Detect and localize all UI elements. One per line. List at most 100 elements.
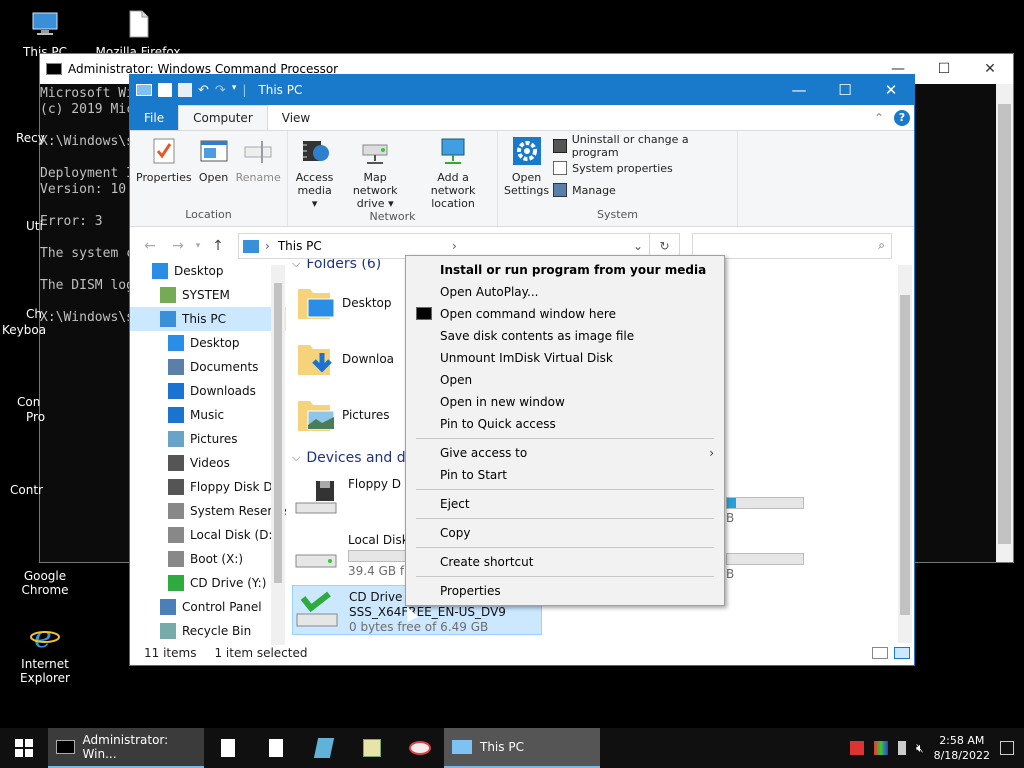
minimize-button[interactable]: — <box>776 81 822 99</box>
cmd-icon <box>56 740 75 754</box>
context-menu-item[interactable]: Eject <box>406 493 724 515</box>
context-menu-item[interactable]: Open AutoPlay... <box>406 281 724 303</box>
explorer-title-bar[interactable]: ↶ ↷ ▾ | This PC — ☐ ✕ <box>130 75 914 105</box>
nav-item[interactable]: Videos <box>130 451 286 475</box>
back-button[interactable]: ← <box>136 238 164 254</box>
up-button[interactable]: ↑ <box>204 238 232 254</box>
context-menu-item[interactable]: Open <box>406 369 724 391</box>
nav-item[interactable]: Desktop <box>130 259 286 283</box>
desktop-icon-firefox[interactable]: Mozilla Firefox <box>93 8 183 59</box>
start-button[interactable] <box>0 728 48 768</box>
map-drive-label-2: drive ▾ <box>356 197 394 210</box>
nav-item[interactable]: Pictures <box>130 427 286 451</box>
nav-item[interactable]: Control Panel <box>130 595 286 619</box>
network-icon[interactable] <box>850 741 865 755</box>
context-menu-item[interactable]: Install or run program from your media <box>406 259 724 281</box>
maximize-button[interactable]: ☐ <box>822 81 868 99</box>
open-button[interactable]: Open <box>196 135 232 208</box>
context-menu-item[interactable]: Create shortcut <box>406 551 724 573</box>
close-button[interactable]: ✕ <box>868 81 914 99</box>
breadcrumb-chevron-icon[interactable]: › <box>452 239 457 253</box>
nav-item-label: Boot (X:) <box>190 552 244 566</box>
display-icon[interactable] <box>874 741 889 755</box>
desktop-label-partial: Keyboa <box>2 323 47 337</box>
tab-file[interactable]: File <box>130 105 179 130</box>
chevron-down-icon[interactable]: ⌵ <box>292 259 300 271</box>
tab-view[interactable]: View <box>268 105 324 130</box>
computer-icon <box>452 740 472 754</box>
nav-item[interactable]: Documents <box>130 355 286 379</box>
taskbar-file-icon[interactable] <box>204 728 252 768</box>
customize-toolbar-icon[interactable]: ▾ <box>232 83 237 97</box>
context-menu-item[interactable]: Save disk contents as image file <box>406 325 724 347</box>
context-menu-item[interactable]: Give access to › <box>406 442 724 464</box>
nav-item[interactable]: Downloads <box>130 379 286 403</box>
access-media-button[interactable]: Access media ▾ <box>292 135 337 210</box>
nav-item[interactable]: Recycle Bin <box>130 619 286 643</box>
properties-button[interactable]: Properties <box>134 135 194 208</box>
forward-button[interactable]: → <box>164 238 192 254</box>
uninstall-program-button[interactable]: Uninstall or change a program <box>553 133 733 159</box>
desktop-icon-ie[interactable]: e Internet Explorer <box>0 620 90 685</box>
nav-scrollbar[interactable] <box>271 265 285 645</box>
clock[interactable]: 2:58 AM 8/18/2022 <box>934 733 990 763</box>
maximize-button[interactable]: ☐ <box>921 61 967 77</box>
details-view-icon[interactable] <box>872 647 888 659</box>
close-button[interactable]: ✕ <box>967 61 1013 77</box>
navigation-pane[interactable]: Desktop SYSTEM This PC Desktop Documents Down… <box>130 259 286 643</box>
nav-item-label: This PC <box>182 312 226 326</box>
large-icons-view-icon[interactable] <box>894 647 910 659</box>
nav-item[interactable]: This PC <box>130 307 286 331</box>
manage-button[interactable]: Manage <box>553 181 733 199</box>
recent-locations-button[interactable]: ▾ <box>192 241 204 251</box>
chevron-down-icon[interactable]: ⌄ <box>627 239 649 253</box>
nav-item[interactable]: Local Disk (D:) <box>130 523 286 547</box>
context-menu-item[interactable]: Unmount ImDisk Virtual Disk <box>406 347 724 369</box>
context-menu-item[interactable]: Pin to Start <box>406 464 724 486</box>
collapse-ribbon-icon[interactable]: ⌃ <box>874 111 884 125</box>
taskbar-file-icon[interactable] <box>252 728 300 768</box>
context-menu-item[interactable]: Properties <box>406 580 724 602</box>
context-menu-item[interactable]: Open in new window <box>406 391 724 413</box>
redo-icon[interactable]: ↷ <box>215 83 226 98</box>
new-folder-icon[interactable] <box>178 83 192 97</box>
system-properties-button[interactable]: System properties <box>553 159 733 177</box>
undo-icon[interactable]: ↶ <box>198 83 209 98</box>
cmd-scrollbar[interactable] <box>996 84 1013 562</box>
desktop-icon-this-pc[interactable]: This PC <box>0 8 90 59</box>
nav-item[interactable]: CD Drive (Y:) SS <box>130 571 286 595</box>
nav-item[interactable]: Boot (X:) <box>130 547 286 571</box>
scroll-thumb[interactable] <box>274 283 282 583</box>
help-icon[interactable]: ? <box>894 109 910 126</box>
context-menu-item[interactable]: Pin to Quick access <box>406 413 724 435</box>
scroll-thumb[interactable] <box>998 104 1011 544</box>
add-network-location-button[interactable]: Add a network location <box>413 135 493 210</box>
open-settings-button[interactable]: Open Settings <box>502 135 551 208</box>
nav-item[interactable]: Music <box>130 403 286 427</box>
nav-item[interactable]: Floppy Disk Dri <box>130 475 286 499</box>
desktop-icon-chrome[interactable]: Google Chrome <box>0 537 90 597</box>
nav-item[interactable]: Desktop <box>130 331 286 355</box>
breadcrumb-chevron-icon[interactable]: › <box>265 239 270 253</box>
context-menu-item[interactable]: Copy <box>406 522 724 544</box>
volume-muted-icon[interactable]: 🔇︎ <box>916 741 924 755</box>
tab-computer[interactable]: Computer <box>178 105 268 130</box>
nav-item[interactable]: System Reserve <box>130 499 286 523</box>
properties-check-icon[interactable] <box>158 83 172 97</box>
nav-item[interactable]: SYSTEM <box>130 283 286 307</box>
content-scrollbar[interactable] <box>898 265 912 643</box>
taskbar-cmd[interactable]: Administrator: Win... <box>48 728 204 768</box>
map-network-drive-button[interactable]: Map network drive ▾ <box>339 135 411 210</box>
notifications-icon[interactable] <box>1000 741 1014 755</box>
taskbar-explorer[interactable]: This PC <box>444 728 600 768</box>
taskbar-paint-icon[interactable] <box>396 728 444 768</box>
context-menu-item[interactable]: Open command window here <box>406 303 724 325</box>
taskbar-tool-icon[interactable] <box>300 728 348 768</box>
rename-button[interactable]: Rename <box>234 135 283 208</box>
taskbar-notepad-icon[interactable] <box>348 728 396 768</box>
status-bar: 11 items 1 item selected <box>130 641 914 665</box>
window-title: This PC <box>258 83 303 97</box>
chevron-down-icon[interactable]: ⌵ <box>292 451 300 465</box>
usb-icon[interactable] <box>898 741 907 755</box>
scroll-thumb[interactable] <box>900 295 910 615</box>
